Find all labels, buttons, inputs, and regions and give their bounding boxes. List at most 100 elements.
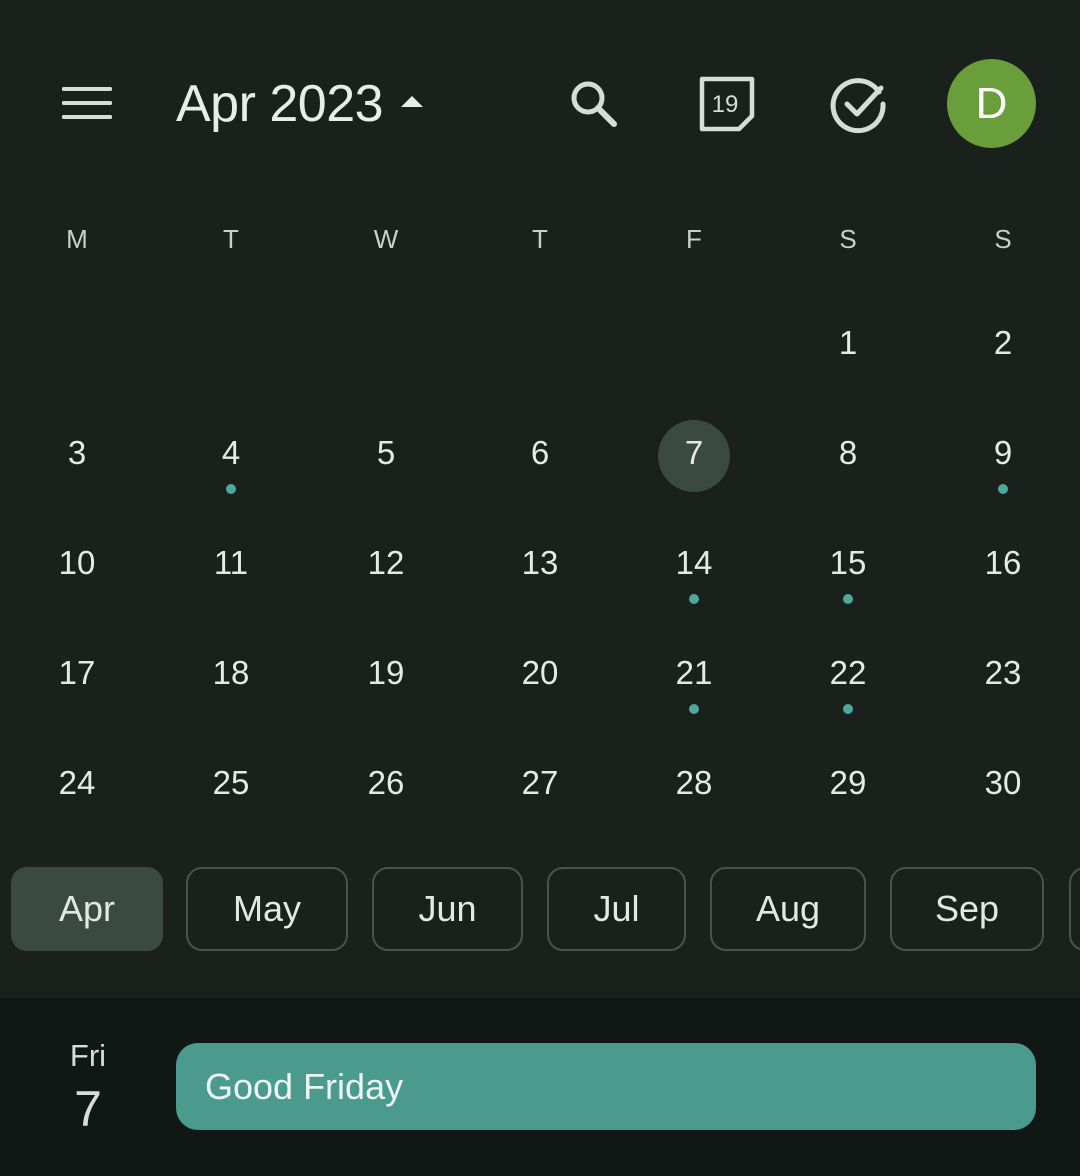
event-indicator-dot [689, 704, 699, 714]
day-cell[interactable]: 19 [331, 620, 441, 720]
day-cell[interactable]: 15 [793, 510, 903, 610]
search-button[interactable] [556, 66, 632, 142]
weekday-label: M [66, 224, 88, 254]
day-number: 13 [521, 544, 559, 581]
day-number: 3 [67, 434, 87, 471]
day-number: 25 [212, 764, 250, 801]
day-cell[interactable]: 1 [793, 290, 903, 390]
day-number: 17 [58, 654, 96, 691]
day-cell[interactable]: 17 [22, 620, 132, 720]
month-chip-label: Jul [593, 888, 640, 929]
day-number: 16 [984, 544, 1022, 581]
today-number: 19 [712, 91, 739, 118]
weekday-label: F [686, 224, 702, 254]
day-cell[interactable]: 18 [176, 620, 286, 720]
day-number: 22 [829, 654, 867, 691]
day-cell[interactable]: 8 [793, 400, 903, 500]
month-chip[interactable]: Jul [547, 867, 686, 951]
day-cell[interactable]: 14 [639, 510, 749, 610]
day-cell[interactable]: 22 [793, 620, 903, 720]
day-cell[interactable]: 13 [485, 510, 595, 610]
agenda-day-number: 7 [74, 1081, 102, 1137]
day-cell[interactable]: 23 [948, 620, 1058, 720]
month-chip-label: Jun [418, 888, 477, 929]
day-number: 7 [684, 434, 704, 471]
day-cell[interactable]: 4 [176, 400, 286, 500]
agenda-panel: Fri 7 Good Friday [0, 998, 1080, 1176]
month-chip-label: Sep [934, 888, 1000, 929]
page-title: Apr 2023 [176, 75, 384, 133]
day-number: 19 [367, 654, 405, 691]
day-number: 28 [675, 764, 713, 801]
day-cell[interactable]: 6 [485, 400, 595, 500]
event-indicator-dot [843, 704, 853, 714]
month-picker-toggle[interactable]: Apr 2023 [176, 66, 424, 142]
day-number: 30 [984, 764, 1022, 801]
search-icon [571, 81, 617, 127]
top-app-bar: Apr 2023 19 D [0, 0, 1080, 200]
main-menu-button[interactable] [52, 72, 124, 136]
day-cell[interactable]: 3 [22, 400, 132, 500]
today-button[interactable]: 19 [689, 66, 765, 142]
check-circle-icon [830, 78, 886, 134]
day-cell[interactable]: 26 [331, 730, 441, 830]
day-number: 10 [58, 544, 96, 581]
day-number: 27 [521, 764, 559, 801]
month-chip[interactable]: Aug [710, 867, 866, 951]
avatar-letter: D [975, 78, 1008, 128]
day-cell-selected[interactable]: 7 [639, 400, 749, 500]
weekday-label: T [532, 224, 548, 254]
caret-up-icon [401, 95, 424, 107]
tasks-button[interactable] [821, 66, 897, 142]
event-indicator-dot [689, 594, 699, 604]
day-cell[interactable]: 27 [485, 730, 595, 830]
day-cell[interactable]: 16 [948, 510, 1058, 610]
day-number: 5 [376, 434, 396, 471]
day-cell[interactable]: 10 [22, 510, 132, 610]
day-cell[interactable]: 11 [176, 510, 286, 610]
day-number: 14 [675, 544, 713, 581]
day-cell[interactable]: 29 [793, 730, 903, 830]
day-cell[interactable]: 2 [948, 290, 1058, 390]
weekday-label: W [373, 224, 399, 254]
month-chip[interactable]: Jun [372, 867, 523, 951]
day-cell[interactable]: 9 [948, 400, 1058, 500]
day-cell[interactable]: 5 [331, 400, 441, 500]
day-cell[interactable]: 20 [485, 620, 595, 720]
day-number: 20 [521, 654, 559, 691]
day-cell[interactable]: 30 [948, 730, 1058, 830]
calendar-today-icon: 19 [699, 76, 755, 132]
day-cell[interactable]: 28 [639, 730, 749, 830]
day-number: 2 [993, 324, 1013, 361]
day-number: 6 [530, 434, 550, 471]
day-number: 8 [838, 434, 858, 471]
day-number: 1 [838, 324, 858, 361]
day-number: 11 [213, 544, 249, 581]
month-chip-label: May [232, 888, 301, 929]
day-number: 18 [212, 654, 250, 691]
day-cell[interactable]: 24 [22, 730, 132, 830]
day-number: 4 [221, 434, 241, 471]
weekday-label: T [223, 224, 239, 254]
month-chip[interactable]: Sep [890, 867, 1044, 951]
month-chip[interactable] [1069, 867, 1080, 951]
day-number: 29 [829, 764, 867, 801]
event-chip-good-friday[interactable]: Good Friday [176, 1043, 1036, 1130]
weekday-label: S [839, 224, 857, 254]
agenda-day-of-week: Fri [69, 1038, 107, 1073]
day-number: 12 [367, 544, 405, 581]
month-chip[interactable]: May [186, 867, 348, 951]
month-chip-active[interactable]: Apr [11, 867, 163, 951]
weekday-label: S [994, 224, 1012, 254]
day-number: 9 [993, 434, 1013, 471]
day-cell[interactable]: 12 [331, 510, 441, 610]
day-cell[interactable]: 25 [176, 730, 286, 830]
month-chip-label: Aug [755, 888, 821, 929]
event-indicator-dot [226, 484, 236, 494]
month-grid: 1 2 3 4 5 6 7 8 9 10 11 12 13 14 15 16 17 18 19 20 21 22 23 24 2… [0, 290, 1080, 850]
account-avatar[interactable]: D [947, 59, 1036, 148]
day-number: 23 [984, 654, 1022, 691]
day-cell[interactable]: 21 [639, 620, 749, 720]
hamburger-menu-icon [62, 87, 112, 119]
day-number: 15 [829, 544, 867, 581]
